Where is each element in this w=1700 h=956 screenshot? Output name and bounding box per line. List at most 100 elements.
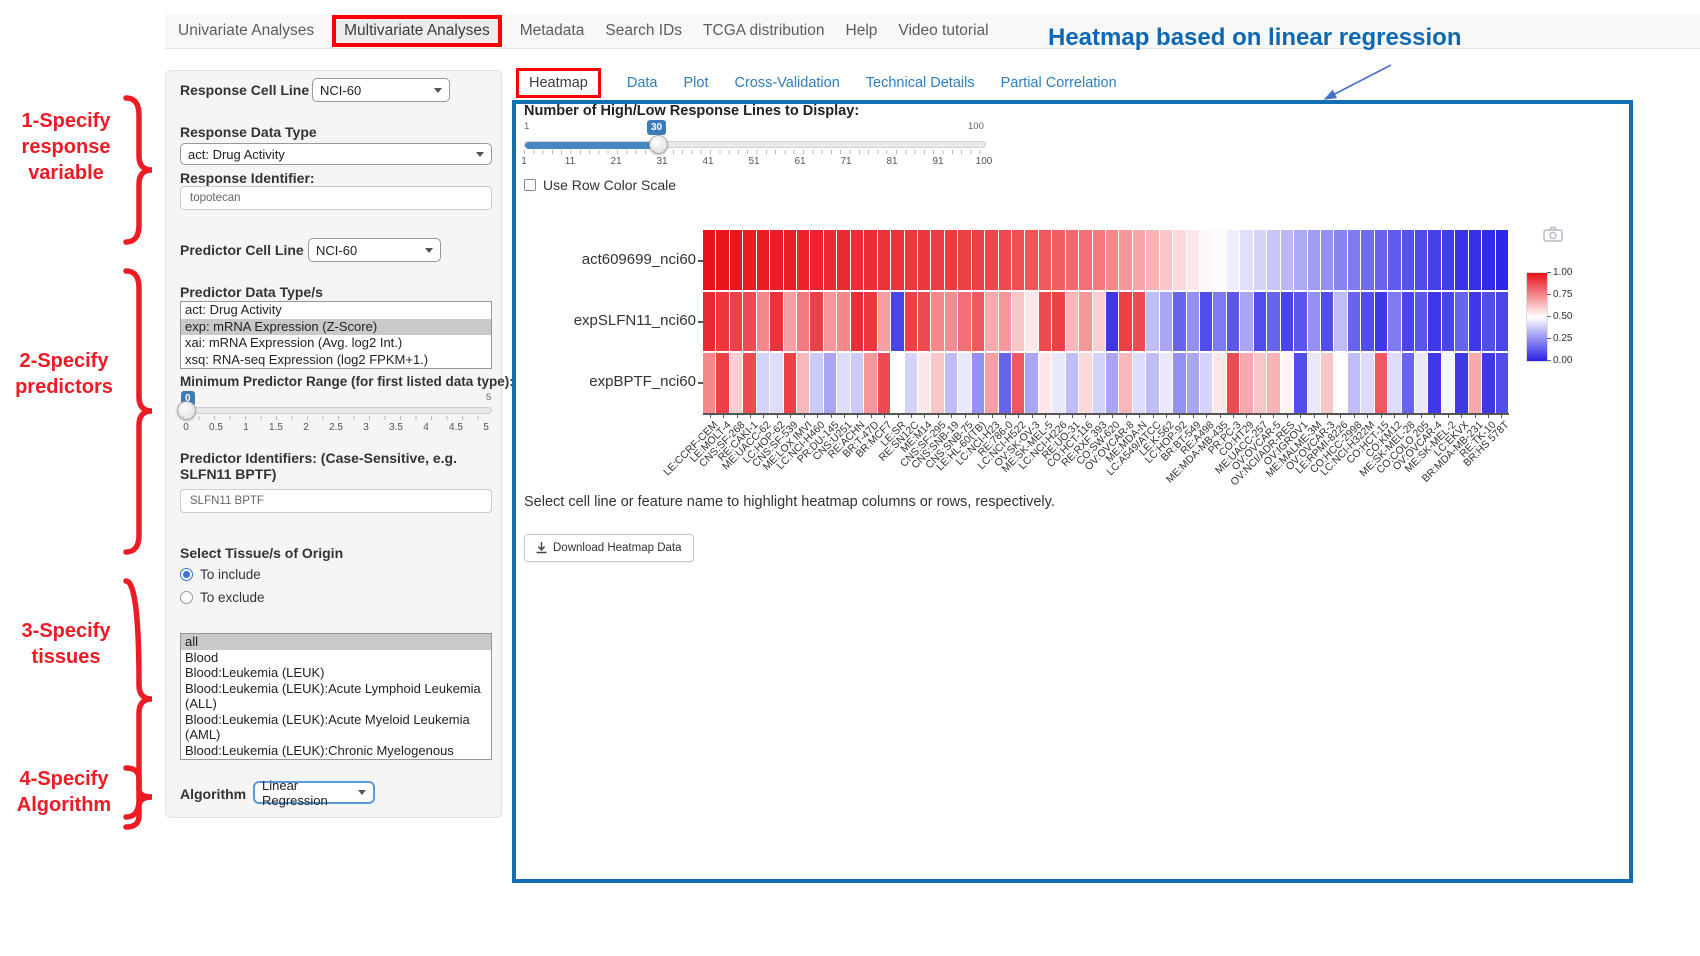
- tab-heatmap[interactable]: Heatmap: [516, 68, 601, 98]
- heatmap-cell[interactable]: [945, 353, 957, 413]
- heatmap-cell[interactable]: [851, 230, 863, 290]
- heatmap-cell[interactable]: [1133, 353, 1145, 413]
- heatmap-cell[interactable]: [1079, 230, 1091, 290]
- radio-unselected-icon[interactable]: [180, 591, 193, 604]
- nav-item-help[interactable]: Help: [843, 20, 881, 42]
- heatmap-cell[interactable]: [1308, 230, 1320, 290]
- tab-partial-correlation[interactable]: Partial Correlation: [1001, 75, 1117, 91]
- heatmap-cell[interactable]: [1160, 292, 1172, 352]
- heatmap-cell[interactable]: [1227, 230, 1239, 290]
- heatmap-cell[interactable]: [1200, 353, 1212, 413]
- heatmap-cell[interactable]: [1173, 353, 1185, 413]
- heatmap-cell[interactable]: [1455, 353, 1467, 413]
- heatmap-cell[interactable]: [1213, 230, 1225, 290]
- heatmap-cell[interactable]: [730, 292, 742, 352]
- tissue-option[interactable]: Blood:Leukemia (LEUK):Acute Lymphoid Leu…: [181, 681, 491, 712]
- heatmap-cell[interactable]: [905, 292, 917, 352]
- heatmap-cell[interactable]: [1308, 292, 1320, 352]
- heatmap-cell[interactable]: [1455, 292, 1467, 352]
- heatmap-cell[interactable]: [891, 230, 903, 290]
- heatmap-row-label[interactable]: act609699_nci60: [538, 251, 696, 268]
- heatmap-cell[interactable]: [770, 230, 782, 290]
- heatmap-cell[interactable]: [918, 230, 930, 290]
- heatmap-cell[interactable]: [1348, 353, 1360, 413]
- tab-technical-details[interactable]: Technical Details: [866, 75, 975, 91]
- heatmap-cell[interactable]: [1187, 353, 1199, 413]
- heatmap-cell[interactable]: [864, 292, 876, 352]
- heatmap-cell[interactable]: [1442, 353, 1454, 413]
- heatmap-cell[interactable]: [1254, 353, 1266, 413]
- algorithm-select[interactable]: Linear Regression: [253, 781, 375, 804]
- heatmap-cell[interactable]: [716, 292, 728, 352]
- heatmap-cell[interactable]: [1334, 292, 1346, 352]
- heatmap-cell[interactable]: [1240, 353, 1252, 413]
- heatmap-cell[interactable]: [1388, 230, 1400, 290]
- tissue-listbox[interactable]: allBloodBlood:Leukemia (LEUK)Blood:Leuke…: [180, 633, 492, 760]
- heatmap-cell[interactable]: [891, 353, 903, 413]
- heatmap-cell[interactable]: [1428, 230, 1440, 290]
- response-identifier-input[interactable]: topotecan: [180, 186, 492, 210]
- predictor-data-type-option[interactable]: xsq: RNA-seq Expression (log2 FPKM+1.): [181, 352, 491, 369]
- heatmap-cell[interactable]: [1281, 292, 1293, 352]
- heatmap-cell[interactable]: [1361, 230, 1373, 290]
- heatmap-cell[interactable]: [1402, 292, 1414, 352]
- heatmap-cell[interactable]: [958, 353, 970, 413]
- heatmap-cell[interactable]: [797, 292, 809, 352]
- heatmap-cell[interactable]: [1308, 353, 1320, 413]
- heatmap-cell[interactable]: [1039, 292, 1051, 352]
- heatmap-cell[interactable]: [864, 230, 876, 290]
- heatmap-row-label[interactable]: expBPTF_nci60: [538, 373, 696, 390]
- heatmap-cell[interactable]: [1334, 353, 1346, 413]
- min-predictor-range-slider[interactable]: [180, 407, 492, 414]
- heatmap-cell[interactable]: [716, 353, 728, 413]
- heatmap-cell[interactable]: [810, 353, 822, 413]
- heatmap-cell[interactable]: [1469, 353, 1481, 413]
- heatmap-cell[interactable]: [1119, 353, 1131, 413]
- heatmap-cell[interactable]: [1052, 353, 1064, 413]
- heatmap-cell[interactable]: [1496, 353, 1508, 413]
- heatmap-cell[interactable]: [1482, 230, 1494, 290]
- heatmap-cell[interactable]: [1455, 230, 1467, 290]
- predictor-data-type-option[interactable]: act: Drug Activity: [181, 302, 491, 319]
- heatmap-cell[interactable]: [1321, 353, 1333, 413]
- heatmap-cell[interactable]: [810, 230, 822, 290]
- heatmap-cell[interactable]: [1146, 292, 1158, 352]
- heatmap-cell[interactable]: [1267, 292, 1279, 352]
- heatmap-cell[interactable]: [945, 292, 957, 352]
- heatmap-cell[interactable]: [905, 230, 917, 290]
- heatmap-cell[interactable]: [1012, 230, 1024, 290]
- heatmap-cell[interactable]: [1442, 230, 1454, 290]
- heatmap-cell[interactable]: [1160, 230, 1172, 290]
- heatmap-cell[interactable]: [1321, 230, 1333, 290]
- heatmap-cell[interactable]: [1469, 230, 1481, 290]
- heatmap-cell[interactable]: [770, 292, 782, 352]
- heatmap-cell[interactable]: [891, 292, 903, 352]
- heatmap-cell[interactable]: [1227, 353, 1239, 413]
- heatmap-cell[interactable]: [1254, 292, 1266, 352]
- heatmap-cell[interactable]: [1052, 292, 1064, 352]
- heatmap-cell[interactable]: [1200, 230, 1212, 290]
- heatmap-cell[interactable]: [999, 292, 1011, 352]
- camera-icon[interactable]: [1543, 226, 1563, 242]
- heatmap-cell[interactable]: [1482, 292, 1494, 352]
- response-cell-line-set-select[interactable]: NCI-60: [312, 78, 450, 102]
- heatmap-cell[interactable]: [999, 230, 1011, 290]
- heatmap-cell[interactable]: [1079, 292, 1091, 352]
- heatmap-cell[interactable]: [972, 353, 984, 413]
- heatmap-cell[interactable]: [1294, 230, 1306, 290]
- nav-item-tcga-distribution[interactable]: TCGA distribution: [700, 20, 827, 42]
- predictor-data-type-option[interactable]: xai: mRNA Expression (Avg. log2 Int.): [181, 335, 491, 352]
- tissue-option[interactable]: all: [181, 634, 491, 650]
- heatmap-cell[interactable]: [837, 292, 849, 352]
- heatmap-cell[interactable]: [1106, 230, 1118, 290]
- tissue-option[interactable]: Blood: [181, 650, 491, 666]
- heatmap-cell[interactable]: [1025, 230, 1037, 290]
- heatmap-cell[interactable]: [1066, 230, 1078, 290]
- heatmap-cell[interactable]: [1012, 353, 1024, 413]
- heatmap-cell[interactable]: [1012, 292, 1024, 352]
- heatmap-cell[interactable]: [1025, 353, 1037, 413]
- heatmap-cell[interactable]: [878, 353, 890, 413]
- heatmap-cell[interactable]: [958, 230, 970, 290]
- heatmap-cell[interactable]: [1025, 292, 1037, 352]
- heatmap-cell[interactable]: [1469, 292, 1481, 352]
